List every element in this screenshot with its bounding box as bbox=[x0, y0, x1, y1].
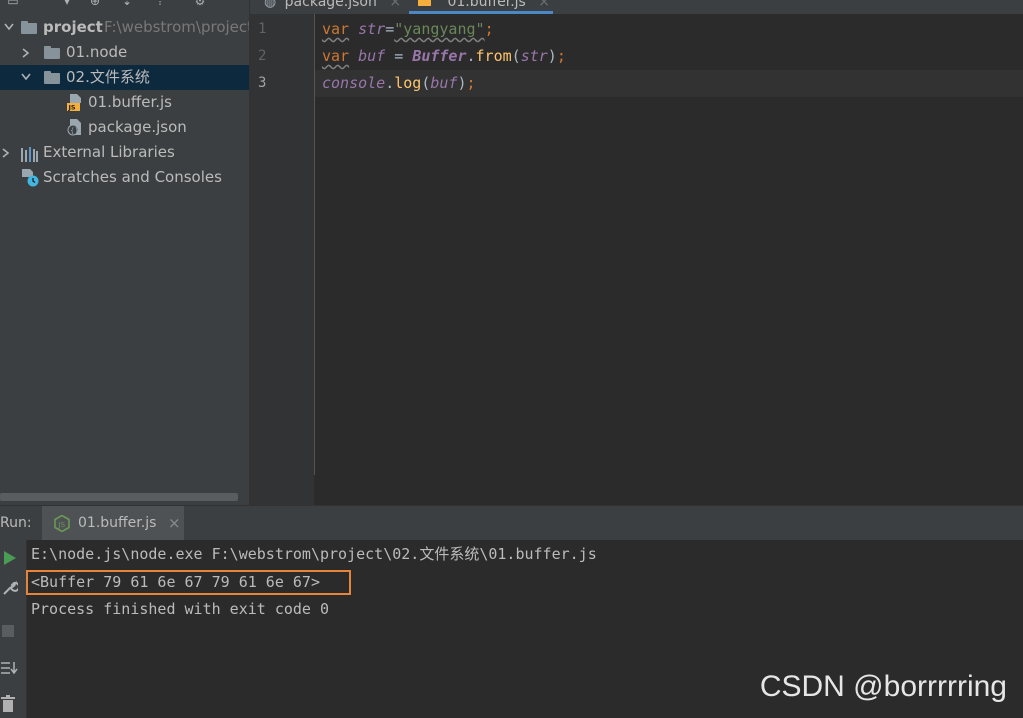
tree-item-label: package.json bbox=[88, 118, 187, 136]
node-icon: JS bbox=[54, 514, 70, 536]
tree-item-01-node[interactable]: 01.node bbox=[0, 40, 249, 65]
js-file-icon bbox=[418, 0, 431, 6]
tree-item-scratches[interactable]: Scratches and Consoles bbox=[0, 165, 249, 190]
chevron-right-icon[interactable] bbox=[2, 140, 14, 165]
chevron-down-icon[interactable] bbox=[4, 15, 16, 40]
close-icon[interactable]: × bbox=[389, 0, 401, 10]
code-line-1[interactable]: var str="yangyang"; bbox=[322, 16, 494, 43]
keyword: var bbox=[322, 47, 350, 65]
watermark: CSDN @borrrrring bbox=[759, 670, 1007, 703]
console-line: Process finished with exit code 0 bbox=[31, 600, 330, 618]
chevron-down-icon[interactable] bbox=[21, 65, 33, 90]
line-number: 3 bbox=[258, 75, 267, 91]
line-number: 1 bbox=[258, 21, 267, 37]
soft-wrap-icon[interactable] bbox=[0, 660, 18, 680]
tree-item-package-json[interactable]: {} package.json bbox=[0, 115, 249, 140]
svg-text:JS: JS bbox=[58, 521, 66, 529]
dot: . bbox=[466, 47, 476, 65]
view-dropdown-icon[interactable]: ▾ bbox=[60, 0, 74, 8]
chevron-right-icon[interactable] bbox=[22, 40, 34, 65]
wrench-icon[interactable] bbox=[2, 580, 20, 600]
expand-all-icon[interactable]: ⇣ bbox=[120, 0, 134, 8]
code-line-3[interactable]: console.log(buf); bbox=[322, 70, 476, 97]
dot: . bbox=[385, 74, 395, 92]
editor-tab-bar: ◍ package.json × 01.buffer.js × bbox=[250, 0, 1023, 14]
semicolon: ; bbox=[484, 20, 494, 38]
js-file-icon: JS bbox=[67, 94, 81, 112]
paren: ) bbox=[457, 74, 467, 92]
locate-icon[interactable]: ⊕ bbox=[88, 0, 102, 8]
tab-label: 01.buffer.js bbox=[447, 0, 526, 10]
run-tab[interactable]: JS 01.buffer.js × bbox=[42, 506, 184, 541]
variable: str bbox=[358, 20, 386, 38]
svg-text:{}: {} bbox=[70, 127, 79, 135]
tree-item-project[interactable]: project F:\webstrom\project bbox=[0, 15, 249, 40]
operator: = bbox=[385, 47, 413, 65]
json-file-icon: {} bbox=[67, 119, 81, 136]
project-panel: ▭ ▾ ⊕ ⇣ ⇡ ⚙ project F:\webstrom\project … bbox=[0, 0, 249, 505]
tree-item-02-filesystem[interactable]: 02.文件系统 bbox=[0, 65, 249, 90]
gear-icon[interactable]: ⚙ bbox=[193, 0, 207, 8]
tree-item-path: F:\webstrom\project bbox=[104, 18, 249, 36]
class-name: Buffer bbox=[412, 47, 467, 65]
tree-item-external-libraries[interactable]: External Libraries bbox=[0, 140, 249, 165]
tree-item-buffer-js[interactable]: JS 01.buffer.js bbox=[0, 90, 249, 115]
run-panel-header: Run: JS 01.buffer.js × bbox=[0, 505, 1023, 541]
library-icon bbox=[21, 145, 38, 162]
folder-icon bbox=[44, 46, 60, 59]
run-toolbar bbox=[0, 540, 27, 718]
operator: = bbox=[385, 20, 395, 38]
paren: ( bbox=[511, 47, 521, 65]
semicolon: ; bbox=[556, 47, 566, 65]
run-title: Run: bbox=[0, 515, 32, 531]
folder-icon bbox=[21, 21, 37, 34]
tab-label: package.json bbox=[284, 0, 377, 10]
active-tab-indicator bbox=[409, 11, 553, 14]
tree-item-label: 02.文件系统 bbox=[66, 68, 150, 86]
folder-icon bbox=[44, 71, 60, 84]
scratches-icon bbox=[21, 169, 39, 187]
project-toolbar: ▭ ▾ ⊕ ⇣ ⇡ ⚙ bbox=[0, 0, 249, 12]
tree-item-label: 01.node bbox=[66, 43, 128, 61]
run-tab-label: 01.buffer.js bbox=[78, 515, 157, 531]
svg-text:JS: JS bbox=[68, 104, 76, 112]
tree-item-label: 01.buffer.js bbox=[88, 93, 172, 111]
method: from bbox=[475, 47, 512, 65]
highlight-box bbox=[26, 570, 351, 595]
close-icon[interactable]: × bbox=[168, 514, 181, 532]
json-file-icon: ◍ bbox=[264, 0, 277, 10]
trash-icon[interactable] bbox=[1, 695, 15, 717]
variable: buf bbox=[358, 47, 386, 65]
argument: str bbox=[520, 47, 548, 65]
run-icon[interactable] bbox=[3, 550, 17, 570]
object: console bbox=[322, 74, 386, 92]
code-line-2[interactable]: var buf = Buffer.from(str); bbox=[322, 43, 566, 70]
method: log bbox=[394, 74, 422, 92]
argument: buf bbox=[430, 74, 458, 92]
string-literal: "yangyang" bbox=[394, 20, 485, 38]
tab-package-json[interactable]: ◍ package.json × bbox=[264, 0, 401, 13]
console-line: E:\node.js\node.exe F:\webstrom\project\… bbox=[31, 545, 597, 563]
tree-item-label: External Libraries bbox=[43, 143, 175, 161]
tree-item-label: Scratches and Consoles bbox=[43, 168, 222, 186]
paren: ) bbox=[547, 47, 557, 65]
stop-icon[interactable] bbox=[2, 625, 14, 637]
tree-item-label: project bbox=[43, 18, 103, 36]
keyword: var bbox=[322, 20, 350, 38]
collapse-all-icon[interactable]: ⇡ bbox=[153, 0, 167, 8]
close-icon[interactable]: × bbox=[538, 0, 550, 10]
horizontal-scrollbar[interactable] bbox=[0, 493, 238, 501]
semicolon: ; bbox=[466, 74, 476, 92]
project-view-icon[interactable]: ▭ bbox=[6, 0, 20, 8]
line-number: 2 bbox=[258, 48, 267, 64]
